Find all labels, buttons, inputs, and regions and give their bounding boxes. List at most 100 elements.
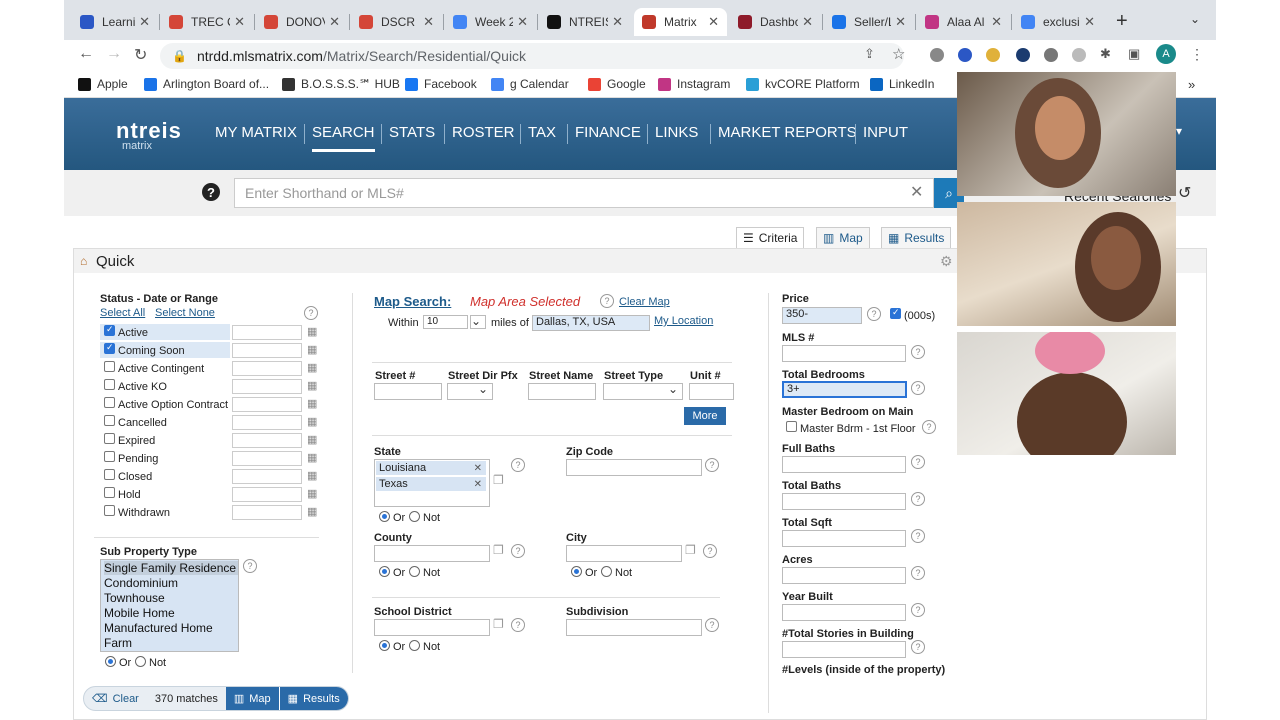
help-icon[interactable]: ? <box>304 306 318 320</box>
county-or-radio[interactable] <box>379 566 390 577</box>
bookmark-item[interactable]: Google <box>588 77 646 91</box>
subtype-not-radio[interactable] <box>135 656 146 667</box>
bookmark-item[interactable]: LinkedIn <box>870 77 934 91</box>
status-checkbox[interactable] <box>104 505 115 516</box>
share-icon[interactable]: ⇪ <box>864 46 875 62</box>
help-icon[interactable]: ? <box>511 544 525 558</box>
select-all-link[interactable]: Select All <box>100 307 145 319</box>
status-checkbox[interactable] <box>104 451 115 462</box>
miles-input[interactable]: 10 <box>423 315 468 329</box>
status-checkbox[interactable] <box>104 487 115 498</box>
close-icon[interactable]: ✕ <box>991 14 1002 30</box>
video-participant-tile[interactable] <box>957 332 1176 455</box>
tab-item[interactable]: TREC C ✕ <box>161 8 253 36</box>
status-checkbox[interactable] <box>104 361 115 372</box>
close-icon[interactable]: ✕ <box>517 14 528 30</box>
calendar-icon[interactable]: ▦ <box>307 343 317 356</box>
status-date-range-input[interactable] <box>232 379 302 394</box>
gear-icon[interactable]: ⚙ <box>940 253 953 270</box>
tab-criteria[interactable]: ☰ Criteria <box>736 227 805 249</box>
side-panel-icon[interactable]: ▣ <box>1128 46 1140 62</box>
acres-input[interactable] <box>782 567 906 584</box>
sub-property-option[interactable]: Single Family Residence <box>104 561 239 575</box>
url-field[interactable]: 🔒 ntrdd.mlsmatrix.com/Matrix/Search/Resi… <box>160 43 904 69</box>
status-checkbox[interactable] <box>104 397 115 408</box>
status-date-range-input[interactable] <box>232 397 302 412</box>
nav-item-input[interactable]: INPUT <box>863 124 908 141</box>
status-date-range-input[interactable] <box>232 433 302 448</box>
tab-item[interactable]: Seller/L ✕ <box>824 8 914 36</box>
picker-icon[interactable]: ❐ <box>493 543 504 557</box>
extension-icon[interactable] <box>1016 48 1030 62</box>
shorthand-input[interactable] <box>234 178 934 208</box>
help-icon[interactable]: ? <box>911 345 925 359</box>
total-baths-input[interactable] <box>782 493 906 510</box>
status-date-range-input[interactable] <box>232 469 302 484</box>
help-icon[interactable]: ? <box>705 618 719 632</box>
status-checkbox[interactable] <box>104 469 115 480</box>
select-none-link[interactable]: Select None <box>155 307 215 319</box>
tab-item[interactable]: exclusi ✕ <box>1013 8 1103 36</box>
city-or-radio[interactable] <box>571 566 582 577</box>
help-icon[interactable]: ? <box>511 458 525 472</box>
help-icon[interactable]: ? <box>911 566 925 580</box>
total-sqft-input[interactable] <box>782 530 906 547</box>
help-icon[interactable]: ? <box>600 294 614 308</box>
tab-map[interactable]: ▥ Map <box>816 227 870 249</box>
tab-results[interactable]: ▦ Results <box>881 227 952 249</box>
help-icon[interactable]: ? <box>911 640 925 654</box>
close-icon[interactable]: ✕ <box>708 14 719 30</box>
full-baths-input[interactable] <box>782 456 906 473</box>
nav-item-my-matrix[interactable]: MY MATRIX <box>215 124 297 141</box>
help-icon[interactable]: ? <box>202 183 220 201</box>
more-bookmarks-icon[interactable]: » <box>1188 77 1195 92</box>
video-participant-tile[interactable] <box>957 72 1176 196</box>
extensions-puzzle-icon[interactable]: ✱ <box>1100 46 1111 62</box>
extension-icon[interactable] <box>1072 48 1086 62</box>
state-token[interactable]: Louisiana ✕ <box>376 461 486 475</box>
total-stories-input[interactable] <box>782 641 906 658</box>
help-icon[interactable]: ? <box>867 307 881 321</box>
close-icon[interactable]: ✕ <box>139 14 150 30</box>
calendar-icon[interactable]: ▦ <box>307 325 317 338</box>
profile-avatar[interactable]: A <box>1156 44 1176 64</box>
price-input[interactable]: 350- <box>782 307 862 324</box>
bookmark-item[interactable]: Apple <box>78 77 128 91</box>
calendar-icon[interactable]: ▦ <box>307 379 317 392</box>
extension-chat-icon[interactable] <box>930 48 944 62</box>
status-checkbox[interactable] <box>104 379 115 390</box>
school-district-input[interactable] <box>374 619 490 636</box>
calendar-icon[interactable]: ▦ <box>307 397 317 410</box>
bookmark-item[interactable]: g Calendar <box>491 77 569 91</box>
calendar-icon[interactable]: ▦ <box>307 487 317 500</box>
results-button[interactable]: ▦ Results <box>278 687 348 710</box>
status-date-range-input[interactable] <box>232 343 302 358</box>
clear-button[interactable]: ⌫ Clear <box>84 687 147 710</box>
extension-icon[interactable] <box>1044 48 1058 62</box>
picker-icon[interactable]: ❐ <box>685 543 696 557</box>
clear-search-icon[interactable]: ✕ <box>910 182 923 202</box>
help-icon[interactable]: ? <box>911 381 925 395</box>
calendar-icon[interactable]: ▦ <box>307 451 317 464</box>
nav-item-market-reports[interactable]: MARKET REPORTS <box>718 124 857 141</box>
clear-map-link[interactable]: Clear Map <box>619 296 670 308</box>
year-built-input[interactable] <box>782 604 906 621</box>
tab-item[interactable]: Learnin✕ <box>72 8 158 36</box>
help-icon[interactable]: ? <box>243 559 257 573</box>
bookmark-item[interactable]: Instagram <box>658 77 730 91</box>
county-input[interactable] <box>374 545 490 562</box>
subtype-or-radio[interactable] <box>105 656 116 667</box>
browser-menu-icon[interactable]: ⋮ <box>1190 46 1204 63</box>
calendar-icon[interactable]: ▦ <box>307 433 317 446</box>
status-checkbox[interactable] <box>104 342 115 354</box>
status-date-range-input[interactable] <box>232 505 302 520</box>
reload-icon[interactable]: ↻ <box>134 45 147 65</box>
tab-item[interactable]: Dashbo ✕ <box>730 8 821 36</box>
sub-property-option[interactable]: Condominium <box>104 576 178 590</box>
help-icon[interactable]: ? <box>703 544 717 558</box>
bookmark-item[interactable]: Facebook <box>405 77 477 91</box>
tab-item[interactable]: Week 2 ✕ <box>445 8 536 36</box>
sub-property-option[interactable]: Farm <box>104 636 132 650</box>
unit-input[interactable] <box>689 383 734 400</box>
bookmark-star-icon[interactable]: ☆ <box>892 45 905 63</box>
